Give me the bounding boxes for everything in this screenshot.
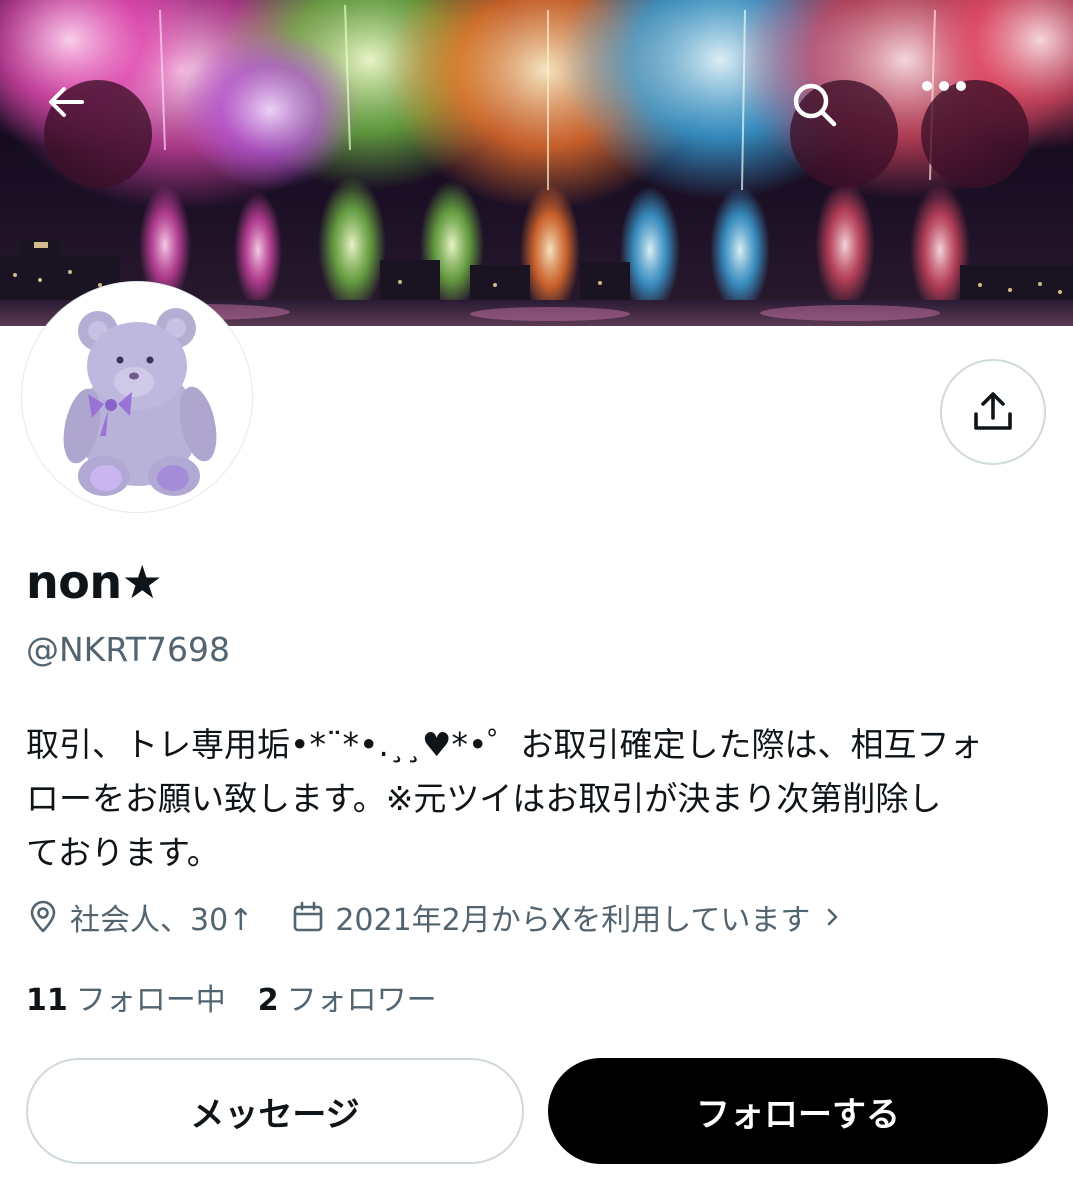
share-button[interactable] xyxy=(940,359,1046,465)
following-link[interactable]: 11 フォロー中 xyxy=(26,975,226,1019)
more-options-button[interactable] xyxy=(921,80,1029,188)
more-horizontal-icon xyxy=(922,81,966,91)
location-item: 社会人、30↑ xyxy=(26,895,253,939)
profile-bio: 取引、トレ専用垢•*¨*•.¸¸♥*•゜お取引確定した際は、相互フォ ローをお願… xyxy=(26,725,983,872)
followers-link[interactable]: 2 フォロワー xyxy=(258,975,437,1019)
location-pin-icon xyxy=(30,900,56,933)
search-icon xyxy=(793,83,837,127)
calendar-icon xyxy=(294,901,323,932)
display-name: non★ xyxy=(26,555,163,609)
fireworks-banner-image xyxy=(0,0,1073,326)
followers-count: 2 xyxy=(257,983,279,1018)
followers-label: フォロワー xyxy=(286,983,437,1018)
follow-stats: 11 フォロー中 2 フォロワー xyxy=(26,975,437,1019)
chevron-right-icon xyxy=(828,908,838,926)
profile-banner[interactable] xyxy=(0,0,1073,326)
back-button[interactable] xyxy=(44,80,152,188)
location-text: 社会人、30↑ xyxy=(70,903,254,938)
arrow-left-icon xyxy=(49,87,84,117)
lavender-teddy-bear-avatar xyxy=(26,286,248,508)
joined-text: 2021年2月からXを利用しています xyxy=(335,903,811,938)
share-upload-icon xyxy=(974,392,1012,430)
follow-button[interactable]: フォローする xyxy=(548,1058,1048,1164)
following-label: フォロー中 xyxy=(75,983,226,1018)
user-handle: @NKRT7698 xyxy=(26,630,230,669)
avatar[interactable] xyxy=(22,282,252,512)
following-count: 11 xyxy=(26,983,68,1018)
joined-item[interactable]: 2021年2月からXを利用しています xyxy=(291,895,854,939)
profile-meta: 社会人、30↑ 2021年2月からXを利用しています xyxy=(26,893,854,941)
message-button[interactable]: メッセージ xyxy=(26,1058,524,1164)
search-button[interactable] xyxy=(790,80,898,188)
profile-page: non★ @NKRT7698 取引、トレ専用垢•*¨*•.¸¸♥*•゜お取引確定… xyxy=(0,0,1073,1200)
